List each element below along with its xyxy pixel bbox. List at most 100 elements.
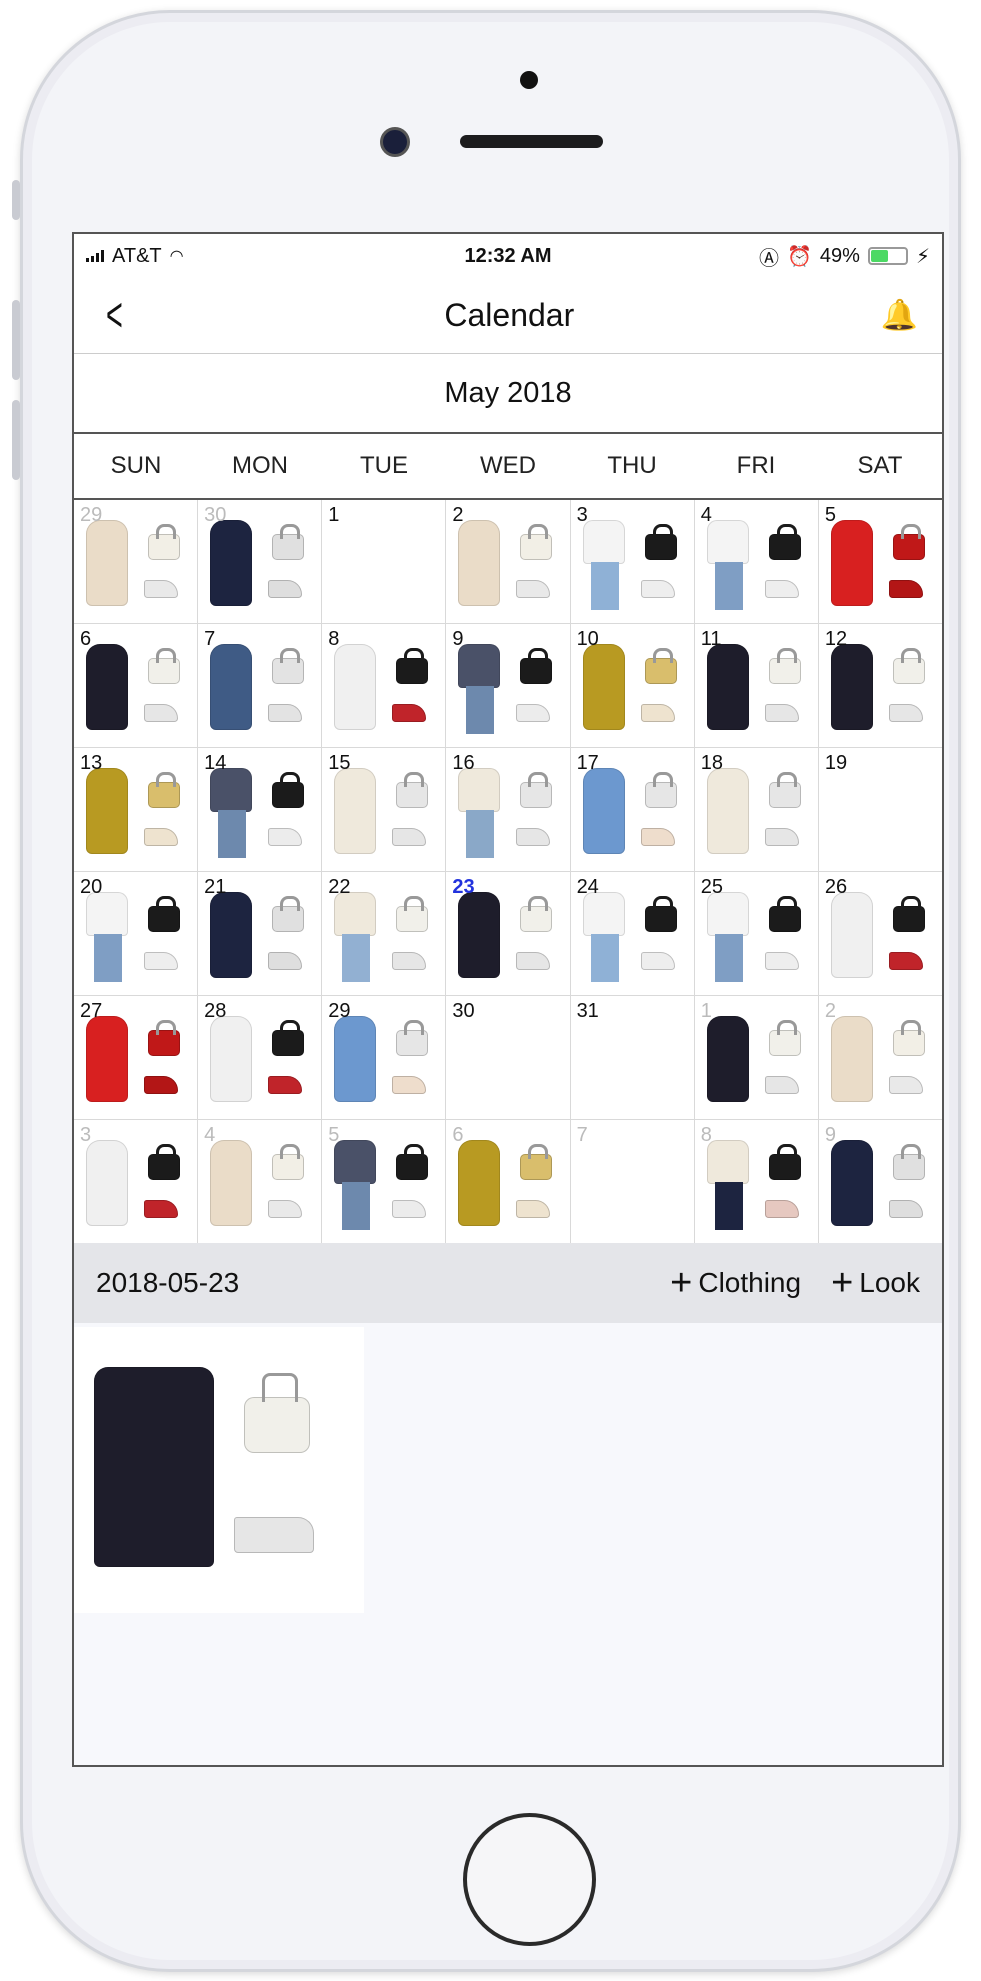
calendar-day-cell[interactable]: 4 [198, 1120, 322, 1243]
outfit-garment [458, 520, 501, 606]
outfit-garment [706, 520, 749, 564]
day-number: 31 [576, 1000, 599, 1022]
calendar-day-cell[interactable]: 11 [694, 624, 818, 747]
calendar-day-cell[interactable]: 24 [570, 872, 694, 995]
calendar-day-cell[interactable]: 30 [446, 996, 570, 1119]
outfit-shoe [268, 580, 303, 598]
look-card[interactable] [74, 1327, 364, 1613]
day-number: 15 [328, 752, 351, 774]
outfit-garment [210, 1140, 253, 1226]
status-time: 12:32 AM [464, 244, 552, 267]
calendar-day-cell[interactable]: 27 [74, 996, 198, 1119]
outfit-shoe [888, 952, 923, 970]
chevron-left-icon[interactable]: < [106, 291, 130, 340]
calendar-day-cell[interactable]: 10 [570, 624, 694, 747]
month-header[interactable]: May 2018 [74, 354, 942, 434]
calendar-day-cell[interactable]: 14 [198, 748, 322, 871]
calendar-day-cell[interactable]: 29 [322, 996, 446, 1119]
calendar-day-cell[interactable]: 20 [74, 872, 198, 995]
calendar-day-cell[interactable]: 22 [322, 872, 446, 995]
calendar-day-cell[interactable]: 12 [818, 624, 942, 747]
calendar-day-cell[interactable]: 16 [446, 748, 570, 871]
day-number: 17 [576, 752, 599, 774]
mute-switch[interactable] [12, 180, 20, 220]
outfit-thumbnail [206, 1134, 314, 1238]
outfit-bag [148, 1020, 180, 1056]
outfit-garment [458, 644, 501, 688]
outfit-bag [272, 648, 305, 684]
month-label: May 2018 [444, 376, 572, 409]
day-number: 24 [576, 876, 599, 898]
outfit-garment [830, 520, 873, 606]
outfit-garment [334, 1140, 377, 1184]
calendar-day-cell[interactable]: 25 [694, 872, 818, 995]
day-number: 13 [80, 752, 103, 774]
outfit-garment [706, 644, 749, 730]
outfit-shoe [764, 952, 799, 970]
calendar-day-cell[interactable]: 17 [570, 748, 694, 871]
alarm-icon: ⏰ [787, 245, 812, 268]
calendar-day-cell[interactable]: 7 [570, 1120, 694, 1243]
calendar-day-cell[interactable]: 1 [322, 500, 446, 623]
outfit-bag [396, 772, 429, 808]
bell-icon[interactable]: 🔔 [881, 298, 918, 333]
calendar-day-cell[interactable]: 3 [570, 500, 694, 623]
calendar-day-cell[interactable]: 4 [694, 500, 818, 623]
day-number: 8 [700, 1124, 712, 1146]
calendar-day-cell[interactable]: 13 [74, 748, 198, 871]
add-look-button[interactable]: + Look [831, 1264, 920, 1302]
calendar-day-cell[interactable]: 1 [694, 996, 818, 1119]
day-number: 3 [576, 504, 588, 526]
add-clothing-button[interactable]: + Clothing [670, 1264, 801, 1302]
outfit-bag [272, 1144, 305, 1180]
volume-down-button[interactable] [12, 400, 20, 480]
calendar-day-cell[interactable]: 2 [446, 500, 570, 623]
calendar-day-cell[interactable]: 18 [694, 748, 818, 871]
outfit-bag [148, 1144, 180, 1180]
outfit-thumbnail [82, 762, 190, 866]
calendar-grid: 29 30 1 2 3 4 5 6 7 8 9 10 11 12 13 14 15 16 17 18 19 20 21 22 2… [74, 500, 942, 1243]
home-button[interactable] [463, 1813, 596, 1946]
calendar-day-cell[interactable]: 2 [818, 996, 942, 1119]
calendar-day-cell[interactable]: 7 [198, 624, 322, 747]
weekday-label: FRI [736, 452, 776, 479]
day-number: 25 [700, 876, 723, 898]
outfit-bag [520, 896, 553, 932]
calendar-day-cell[interactable]: 19 [818, 748, 942, 871]
calendar-day-cell[interactable]: 26 [818, 872, 942, 995]
calendar-day-cell[interactable]: 29 [74, 500, 198, 623]
outfit-thumbnail [454, 886, 562, 990]
outfit-thumbnail [579, 638, 687, 742]
outfit-garment [94, 1367, 214, 1567]
calendar-day-cell[interactable]: 31 [570, 996, 694, 1119]
calendar-day-cell[interactable]: 5 [322, 1120, 446, 1243]
calendar-day-cell[interactable]: 15 [322, 748, 446, 871]
calendar-day-cell[interactable]: 6 [74, 624, 198, 747]
outfit-bag [244, 1373, 310, 1453]
outfit-bag [520, 1144, 553, 1180]
calendar-day-cell[interactable]: 23 [446, 872, 570, 995]
front-camera [380, 127, 410, 157]
day-number: 2 [824, 1000, 836, 1022]
calendar-day-cell[interactable]: 30 [198, 500, 322, 623]
outfit-thumbnail [206, 886, 314, 990]
outfit-bag [148, 896, 180, 932]
calendar-day-cell[interactable]: 21 [198, 872, 322, 995]
calendar-day-cell[interactable]: 9 [818, 1120, 942, 1243]
calendar-day-cell[interactable]: 5 [818, 500, 942, 623]
day-number: 1 [700, 1000, 712, 1022]
calendar-day-cell[interactable]: 6 [446, 1120, 570, 1243]
day-number: 7 [204, 628, 216, 650]
calendar-day-cell[interactable]: 3 [74, 1120, 198, 1243]
calendar-day-cell[interactable]: 8 [322, 624, 446, 747]
volume-up-button[interactable] [12, 300, 20, 380]
outfit-bag [892, 1144, 925, 1180]
outfit-thumbnail [827, 1010, 935, 1114]
calendar-day-cell[interactable]: 9 [446, 624, 570, 747]
calendar-day-cell[interactable]: 28 [198, 996, 322, 1119]
calendar-day-cell[interactable]: 8 [694, 1120, 818, 1243]
carrier-label: AT&T [112, 244, 162, 267]
outfit-bag [768, 648, 801, 684]
outfit-thumbnail [703, 514, 811, 618]
outfit-shoe [640, 704, 675, 722]
